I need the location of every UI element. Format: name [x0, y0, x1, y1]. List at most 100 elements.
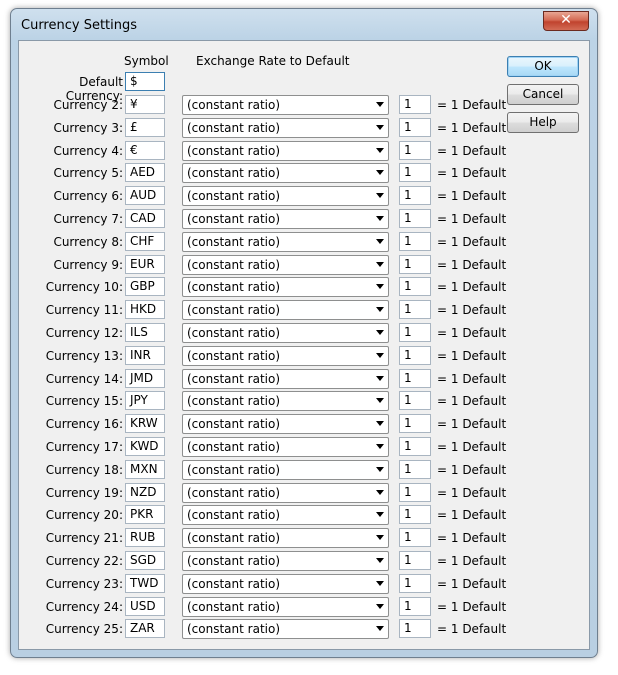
- currency-symbol-input[interactable]: AED: [125, 163, 165, 182]
- chevron-down-icon: [376, 125, 384, 130]
- ratio-dropdown-value: (constant ratio): [187, 121, 281, 135]
- ratio-dropdown[interactable]: (constant ratio): [182, 209, 389, 229]
- exchange-rate-input[interactable]: 1: [399, 391, 431, 410]
- exchange-rate-input[interactable]: 1: [399, 483, 431, 502]
- currency-symbol-input[interactable]: USD: [125, 597, 165, 616]
- exchange-rate-input[interactable]: 1: [399, 346, 431, 365]
- exchange-rate-input[interactable]: 1: [399, 505, 431, 524]
- exchange-rate-input[interactable]: 1: [399, 414, 431, 433]
- exchange-rate-input[interactable]: 1: [399, 597, 431, 616]
- exchange-rate-input[interactable]: 1: [399, 437, 431, 456]
- currency-symbol-input[interactable]: TWD: [125, 574, 165, 593]
- currency-symbol-input[interactable]: HKD: [125, 300, 165, 319]
- help-button[interactable]: Help: [507, 112, 579, 133]
- currency-label: Currency 6:: [53, 189, 123, 203]
- currency-symbol-input[interactable]: £: [125, 118, 165, 137]
- exchange-rate-input[interactable]: 1: [399, 460, 431, 479]
- ratio-dropdown[interactable]: (constant ratio): [182, 95, 389, 115]
- currency-symbol-input[interactable]: ZAR: [125, 619, 165, 638]
- currency-label: Currency 22:: [45, 554, 123, 568]
- currency-symbol-input[interactable]: AUD: [125, 186, 165, 205]
- currency-symbol-input[interactable]: KRW: [125, 414, 165, 433]
- exchange-rate-input[interactable]: 1: [399, 277, 431, 296]
- exchange-rate-input[interactable]: 1: [399, 209, 431, 228]
- exchange-rate-input[interactable]: 1: [399, 619, 431, 638]
- ratio-dropdown[interactable]: (constant ratio): [182, 391, 389, 411]
- currency-symbol-input[interactable]: GBP: [125, 277, 165, 296]
- chevron-down-icon: [376, 421, 384, 426]
- title-bar[interactable]: Currency Settings ✕: [11, 9, 597, 41]
- currency-symbol-input[interactable]: RUB: [125, 528, 165, 547]
- ratio-dropdown[interactable]: (constant ratio): [182, 414, 389, 434]
- default-currency-symbol-input[interactable]: $: [125, 72, 165, 91]
- ratio-dropdown[interactable]: (constant ratio): [182, 551, 389, 571]
- exchange-rate-input[interactable]: 1: [399, 369, 431, 388]
- currency-symbol-input[interactable]: KWD: [125, 437, 165, 456]
- exchange-rate-input[interactable]: 1: [399, 141, 431, 160]
- close-button[interactable]: ✕: [543, 11, 589, 31]
- dialog-body: Symbol Exchange Rate to Default Default …: [18, 40, 590, 650]
- currency-symbol-input[interactable]: INR: [125, 346, 165, 365]
- ratio-dropdown[interactable]: (constant ratio): [182, 505, 389, 525]
- ratio-dropdown[interactable]: (constant ratio): [182, 346, 389, 366]
- chevron-down-icon: [376, 170, 384, 175]
- chevron-down-icon: [376, 512, 384, 517]
- chevron-down-icon: [376, 193, 384, 198]
- currency-symbol-input[interactable]: PKR: [125, 505, 165, 524]
- currency-label: Currency 25:: [45, 622, 123, 636]
- exchange-rate-input[interactable]: 1: [399, 551, 431, 570]
- ratio-dropdown[interactable]: (constant ratio): [182, 528, 389, 548]
- chevron-down-icon: [376, 444, 384, 449]
- currency-label: Currency 5:: [53, 166, 123, 180]
- chevron-down-icon: [376, 467, 384, 472]
- ratio-dropdown[interactable]: (constant ratio): [182, 483, 389, 503]
- ok-button[interactable]: OK: [507, 56, 579, 77]
- currency-symbol-input[interactable]: CHF: [125, 232, 165, 251]
- currency-symbol-input[interactable]: EUR: [125, 255, 165, 274]
- exchange-rate-input[interactable]: 1: [399, 95, 431, 114]
- currency-label: Currency 16:: [45, 417, 123, 431]
- ratio-dropdown[interactable]: (constant ratio): [182, 118, 389, 138]
- exchange-rate-input[interactable]: 1: [399, 118, 431, 137]
- currency-symbol-input[interactable]: €: [125, 141, 165, 160]
- ratio-dropdown[interactable]: (constant ratio): [182, 232, 389, 252]
- exchange-rate-input[interactable]: 1: [399, 255, 431, 274]
- exchange-rate-input[interactable]: 1: [399, 232, 431, 251]
- ratio-dropdown[interactable]: (constant ratio): [182, 437, 389, 457]
- chevron-down-icon: [376, 604, 384, 609]
- exchange-rate-input[interactable]: 1: [399, 163, 431, 182]
- currency-symbol-input[interactable]: ¥: [125, 95, 165, 114]
- currency-symbol-input[interactable]: JMD: [125, 369, 165, 388]
- equals-default-label: = 1 Default: [437, 531, 507, 545]
- currency-label: Currency 12:: [45, 326, 123, 340]
- ratio-dropdown[interactable]: (constant ratio): [182, 619, 389, 639]
- currency-label: Currency 9:: [53, 258, 123, 272]
- exchange-rate-input[interactable]: 1: [399, 186, 431, 205]
- ratio-dropdown-value: (constant ratio): [187, 508, 281, 522]
- currency-symbol-input[interactable]: CAD: [125, 209, 165, 228]
- ratio-dropdown-value: (constant ratio): [187, 600, 281, 614]
- ratio-dropdown[interactable]: (constant ratio): [182, 255, 389, 275]
- ratio-dropdown[interactable]: (constant ratio): [182, 460, 389, 480]
- ratio-dropdown[interactable]: (constant ratio): [182, 369, 389, 389]
- exchange-rate-input[interactable]: 1: [399, 323, 431, 342]
- ratio-dropdown[interactable]: (constant ratio): [182, 323, 389, 343]
- ratio-dropdown[interactable]: (constant ratio): [182, 186, 389, 206]
- ratio-dropdown[interactable]: (constant ratio): [182, 163, 389, 183]
- ratio-dropdown[interactable]: (constant ratio): [182, 141, 389, 161]
- exchange-rate-input[interactable]: 1: [399, 528, 431, 547]
- exchange-rate-input[interactable]: 1: [399, 574, 431, 593]
- ratio-dropdown[interactable]: (constant ratio): [182, 277, 389, 297]
- ratio-dropdown-value: (constant ratio): [187, 258, 281, 272]
- ratio-dropdown[interactable]: (constant ratio): [182, 574, 389, 594]
- currency-symbol-input[interactable]: ILS: [125, 323, 165, 342]
- currency-symbol-input[interactable]: NZD: [125, 483, 165, 502]
- currency-symbol-input[interactable]: JPY: [125, 391, 165, 410]
- currency-label: Currency 15:: [45, 394, 123, 408]
- exchange-rate-input[interactable]: 1: [399, 300, 431, 319]
- cancel-button[interactable]: Cancel: [507, 84, 579, 105]
- ratio-dropdown[interactable]: (constant ratio): [182, 300, 389, 320]
- currency-symbol-input[interactable]: MXN: [125, 460, 165, 479]
- currency-symbol-input[interactable]: SGD: [125, 551, 165, 570]
- ratio-dropdown[interactable]: (constant ratio): [182, 597, 389, 617]
